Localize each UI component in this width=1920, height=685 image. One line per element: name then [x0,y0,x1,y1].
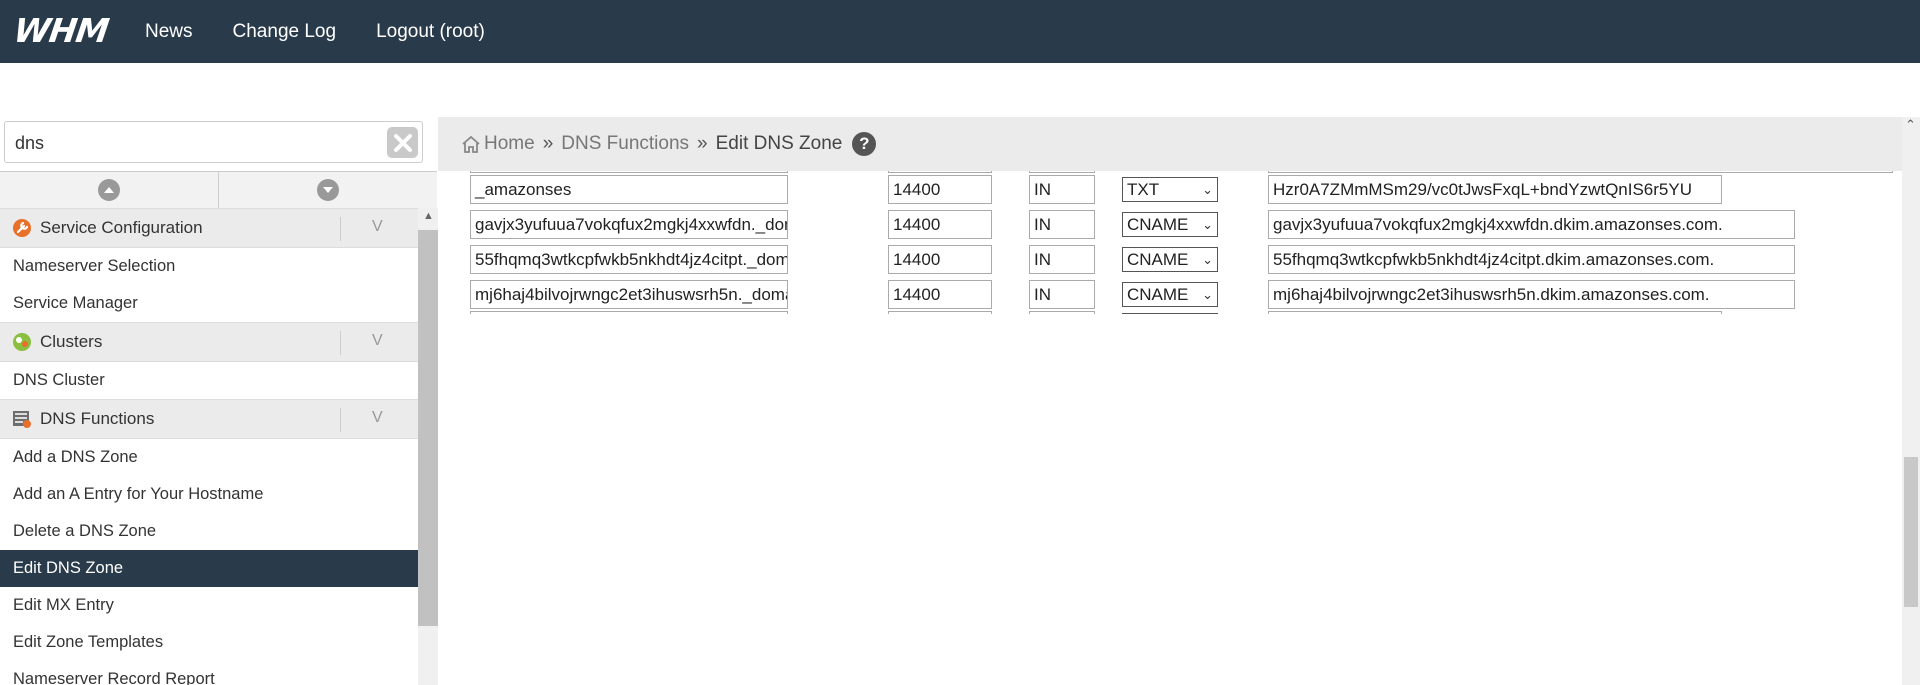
scroll-down-button[interactable] [219,172,437,208]
whm-logo[interactable]: WHM [11,11,121,50]
section-label: Service Configuration [40,218,203,237]
dns-functions-icon [13,411,31,428]
record-ttl-input[interactable] [888,171,992,173]
record-class-input[interactable]: IN [1029,245,1095,274]
chevron-down-icon[interactable]: V [372,218,383,236]
close-icon [393,133,412,152]
sidebar-item-edit-mx-entry[interactable]: Edit MX Entry [0,587,418,624]
section-dns-functions[interactable]: DNS Functions V [0,399,418,439]
divider [340,331,341,355]
record-class-input[interactable] [1029,311,1095,314]
page-scrollbar-thumb[interactable] [1904,457,1918,607]
section-label: Clusters [40,332,103,351]
breadcrumb-current: Edit DNS Zone [715,133,843,154]
record-value-input[interactable]: mj6haj4bilvojrwngc2et3ihuswsrh5n.dkim.am… [1268,280,1795,309]
record-value-input[interactable]: 55fhqmq3wtkcpfwkb5nkhdt4jz4citpt.dkim.am… [1268,245,1795,274]
sidebar: Service Configuration V Nameserver Selec… [0,208,418,685]
record-name-input[interactable]: gavjx3yufuua7vokqfux2mgkj4xxwfdn._domain… [470,210,788,239]
record-class-input[interactable]: IN [1029,210,1095,239]
section-service-configuration[interactable]: Service Configuration V [0,208,418,248]
divider [340,217,341,241]
sidebar-item-service-manager[interactable]: Service Manager [0,285,418,322]
zone-records-table: _amazonses 14400 IN TXT ⌄ Hzr0A7ZMmMSm29… [438,171,1902,314]
sidebar-item-delete-dns-zone[interactable]: Delete a DNS Zone [0,513,418,550]
record-value-input[interactable] [1268,171,1893,173]
record-ttl-input[interactable] [888,311,992,314]
record-type-select[interactable]: CNAME ⌄ [1122,247,1218,272]
scroll-up-button[interactable] [0,172,219,208]
divider [340,408,341,432]
chevron-down-icon [317,179,339,201]
chevron-down-icon: ⌄ [1202,252,1213,267]
record-type-select[interactable]: CNAME ⌄ [1122,282,1218,307]
breadcrumb-dns-functions[interactable]: DNS Functions [561,133,689,155]
record-name-input[interactable]: 55fhqmq3wtkcpfwkb5nkhdt4jz4citpt._domain… [470,245,788,274]
record-value-input[interactable] [1268,311,1722,314]
nav-news[interactable]: News [145,21,193,43]
sidebar-item-add-dns-zone[interactable]: Add a DNS Zone [0,439,418,476]
chevron-down-icon: ⌄ [1202,287,1213,302]
record-class-input[interactable]: IN [1029,280,1095,309]
record-ttl-input[interactable]: 14400 [888,245,992,274]
help-icon[interactable]: ? [852,132,877,156]
record-name-input[interactable]: mj6haj4bilvojrwngc2et3ihuswsrh5n._domain… [470,280,788,309]
sidebar-item-edit-zone-templates[interactable]: Edit Zone Templates [0,624,418,661]
record-type-value: CNAME [1127,215,1189,234]
sidebar-item-nameserver-record-report[interactable]: Nameserver Record Report [0,661,418,685]
sidebar-item-add-a-entry[interactable]: Add an A Entry for Your Hostname [0,476,418,513]
sidebar-scrollbar-thumb[interactable] [418,230,438,626]
top-bar: WHM News Change Log Logout (root) [0,0,1920,63]
breadcrumb-bar: Home » DNS Functions » Edit DNS Zone ? [438,117,1902,171]
scroll-up-arrow-icon[interactable]: ⌃ [1905,117,1916,133]
scroll-up-arrow-icon[interactable]: ▲ [423,210,434,222]
breadcrumb-separator: » [542,133,554,154]
page-scrollbar[interactable]: ⌃ [1902,117,1920,685]
record-type-select[interactable]: TXT ⌄ [1122,177,1218,202]
record-value-input[interactable]: gavjx3yufuua7vokqfux2mgkj4xxwfdn.dkim.am… [1268,210,1795,239]
chevron-up-icon [98,179,120,201]
main-content: _amazonses 14400 IN TXT ⌄ Hzr0A7ZMmMSm29… [438,171,1902,685]
nav-logout[interactable]: Logout (root) [376,21,485,43]
chevron-down-icon: ⌄ [1202,217,1213,232]
sidebar-item-dns-cluster[interactable]: DNS Cluster [0,362,418,399]
record-type-value: CNAME [1127,285,1189,304]
record-type-select[interactable]: CNAME ⌄ [1122,212,1218,237]
sidebar-scrollbar[interactable]: ▲ [418,208,438,685]
record-ttl-input[interactable]: 14400 [888,280,992,309]
breadcrumb-separator: » [697,133,708,154]
record-name-input[interactable] [470,171,788,173]
record-type-value: CNAME [1127,250,1189,269]
record-class-input[interactable]: IN [1029,175,1095,204]
search-input[interactable] [13,122,387,164]
top-nav: News Change Log Logout (root) [145,0,525,63]
sidebar-item-nameserver-selection[interactable]: Nameserver Selection [0,248,418,285]
home-icon[interactable] [462,135,480,153]
record-ttl-input[interactable]: 14400 [888,210,992,239]
record-type-value: TXT [1127,180,1160,199]
record-value-input[interactable]: Hzr0A7ZMmMSm29/vc0tJwsFxqL+bndYzwtQnIS6r… [1268,175,1722,204]
breadcrumb: Home » DNS Functions » Edit DNS Zone ? [462,117,877,171]
sidebar-item-edit-dns-zone[interactable]: Edit DNS Zone [0,550,418,587]
cluster-icon [13,333,31,351]
record-class-input[interactable] [1029,171,1095,173]
sidebar-nav-arrows [0,171,437,209]
chevron-down-icon[interactable]: V [372,409,383,427]
record-name-input[interactable] [470,311,788,314]
wrench-icon [13,219,31,237]
record-type-select[interactable] [1122,313,1218,314]
section-clusters[interactable]: Clusters V [0,322,418,362]
section-label: DNS Functions [40,409,155,428]
record-ttl-input[interactable]: 14400 [888,175,992,204]
chevron-down-icon[interactable]: V [372,332,383,350]
nav-change-log[interactable]: Change Log [233,21,337,43]
sidebar-search [4,121,423,164]
clear-search-button[interactable] [387,127,418,158]
breadcrumb-home[interactable]: Home [484,133,535,155]
record-name-input[interactable]: _amazonses [470,175,788,204]
chevron-down-icon: ⌄ [1202,182,1213,197]
